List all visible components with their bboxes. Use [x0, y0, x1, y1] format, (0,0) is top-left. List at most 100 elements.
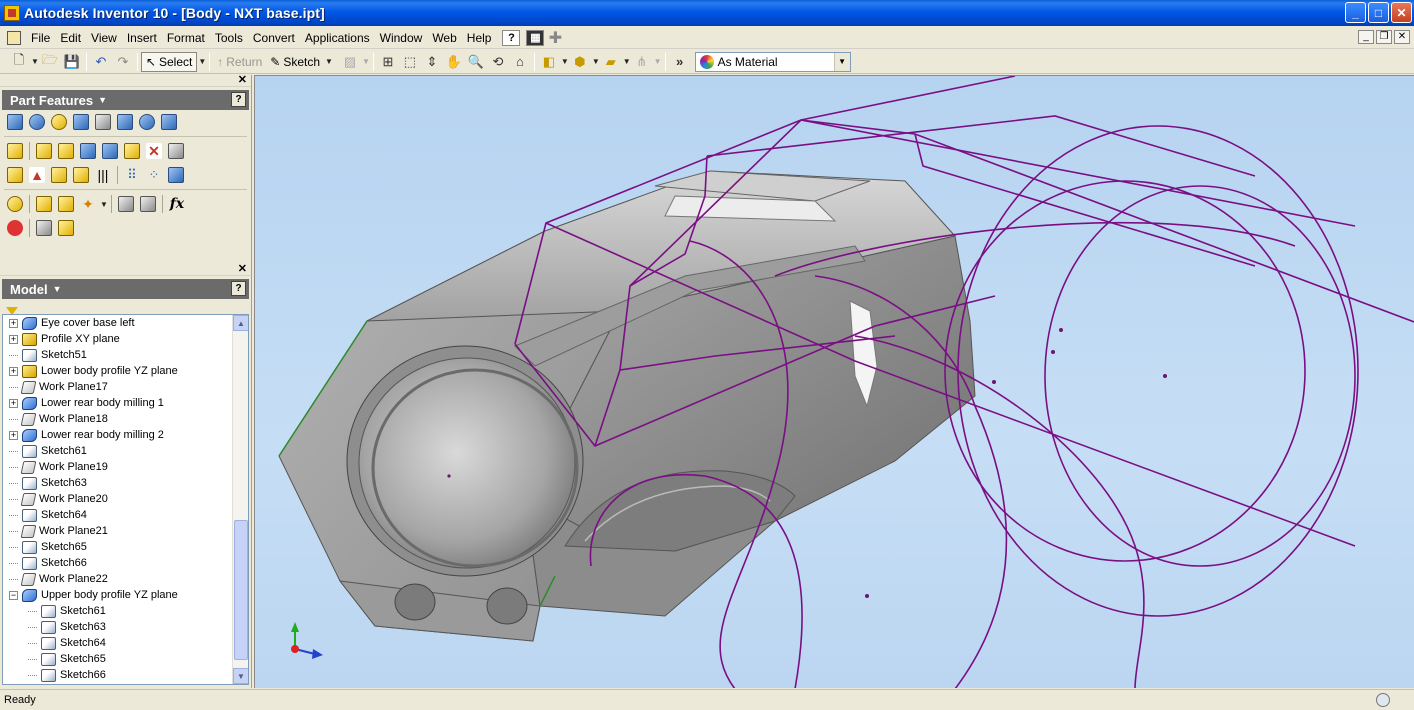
- chevron-down-icon[interactable]: ▼: [833, 52, 850, 71]
- camera-icon[interactable]: ⬢: [569, 52, 591, 72]
- fillet-icon[interactable]: [33, 140, 55, 162]
- rotate-icon[interactable]: ⟲: [487, 52, 509, 72]
- mdi-restore-button[interactable]: ❐: [1376, 30, 1392, 44]
- barcode-icon[interactable]: |||: [92, 164, 114, 186]
- tree-scrollbar[interactable]: ▲ ▼: [232, 315, 248, 684]
- part-features-header[interactable]: Part Features ▼ ?: [2, 90, 249, 110]
- tree-item[interactable]: Sketch51: [3, 347, 232, 363]
- delete-face-icon[interactable]: ✕: [143, 140, 165, 162]
- ground-shadow-dropdown-icon[interactable]: ▼: [623, 57, 631, 66]
- tree-item[interactable]: Sketch63: [3, 475, 232, 491]
- zoom-icon[interactable]: ⇕: [421, 52, 443, 72]
- select-button[interactable]: ↖ Select: [140, 51, 198, 72]
- tree-item[interactable]: Sketch61: [3, 443, 232, 459]
- expand-icon[interactable]: +: [9, 430, 18, 440]
- part-body[interactable]: [278, 170, 976, 642]
- tree-item[interactable]: + Lower rear body milling 2: [3, 427, 232, 443]
- ground-shadow-icon[interactable]: ▰: [600, 52, 622, 72]
- undo-icon[interactable]: ↶: [90, 52, 112, 72]
- graphics-viewport[interactable]: [254, 75, 1414, 688]
- publish-icon[interactable]: [4, 217, 26, 239]
- rectangular-pattern-icon[interactable]: ⠿: [121, 164, 143, 186]
- insert-object-icon[interactable]: [33, 217, 55, 239]
- open-folder-icon[interactable]: 🗁: [39, 52, 61, 72]
- mdi-close-button[interactable]: ✕: [1394, 30, 1410, 44]
- pan-icon[interactable]: ✋: [443, 52, 465, 72]
- loft-icon[interactable]: [114, 111, 136, 133]
- panel-grip[interactable]: ✕: [0, 262, 251, 276]
- select-dropdown-icon[interactable]: ▼: [198, 57, 206, 66]
- tree-item[interactable]: Sketch65: [3, 651, 232, 667]
- new-dropdown-icon[interactable]: ▼: [31, 57, 39, 66]
- coil-icon[interactable]: [158, 111, 180, 133]
- mirror-icon[interactable]: [165, 164, 187, 186]
- tree-item[interactable]: + Profile XY plane: [3, 331, 232, 347]
- maximize-button[interactable]: □: [1368, 2, 1389, 23]
- tree-item[interactable]: Work Plane20: [3, 491, 232, 507]
- info-icon[interactable]: [55, 217, 77, 239]
- collapse-icon[interactable]: −: [9, 590, 18, 600]
- menu-view[interactable]: View: [86, 31, 122, 45]
- face-draft-icon[interactable]: [77, 140, 99, 162]
- parameters-fx-icon[interactable]: fx: [166, 193, 188, 215]
- minimize-button[interactable]: _: [1345, 2, 1366, 23]
- expand-icon[interactable]: +: [9, 334, 18, 344]
- split-icon[interactable]: [99, 140, 121, 162]
- expand-icon[interactable]: +: [9, 398, 18, 408]
- menu-edit[interactable]: Edit: [55, 31, 86, 45]
- tree-item[interactable]: Work Plane22: [3, 571, 232, 587]
- tree-item[interactable]: Sketch64: [3, 507, 232, 523]
- rib-icon[interactable]: [92, 111, 114, 133]
- replace-face-icon[interactable]: [165, 140, 187, 162]
- close-button[interactable]: ✕: [1391, 2, 1412, 23]
- save-icon[interactable]: 💾: [61, 52, 83, 72]
- return-button[interactable]: ↑ Return: [213, 52, 266, 72]
- close-panel-icon[interactable]: ✕: [238, 262, 247, 275]
- display-mode-dropdown-icon[interactable]: ▼: [561, 57, 569, 66]
- menu-file[interactable]: File: [26, 31, 55, 45]
- tree-item[interactable]: Sketch66: [3, 555, 232, 571]
- sweep-icon[interactable]: [136, 111, 158, 133]
- tree-item[interactable]: + Eye cover base left: [3, 315, 232, 331]
- model-header[interactable]: Model ▼ ?: [2, 279, 249, 299]
- tree-item[interactable]: Sketch63: [3, 619, 232, 635]
- panel-help-icon[interactable]: ?: [231, 92, 246, 107]
- menu-applications[interactable]: Applications: [300, 31, 375, 45]
- tree-item[interactable]: Work Plane21: [3, 523, 232, 539]
- zoom-all-icon[interactable]: ⊞: [377, 52, 399, 72]
- promote-icon[interactable]: [115, 193, 137, 215]
- extrude-icon[interactable]: [4, 111, 26, 133]
- chamfer-icon[interactable]: [55, 140, 77, 162]
- menu-format[interactable]: Format: [162, 31, 210, 45]
- tree-item[interactable]: Sketch64: [3, 635, 232, 651]
- zoom-selected-icon[interactable]: 🔍: [465, 52, 487, 72]
- thread-icon[interactable]: [4, 164, 26, 186]
- derived-component-icon[interactable]: [48, 164, 70, 186]
- menu-window[interactable]: Window: [375, 31, 428, 45]
- add-icon[interactable]: ✚: [544, 28, 566, 48]
- tree-item[interactable]: Sketch61: [3, 603, 232, 619]
- tree-item[interactable]: Work Plane19: [3, 459, 232, 475]
- tree-item[interactable]: Sketch66: [3, 667, 232, 683]
- display-mode-icon[interactable]: ◧: [538, 52, 560, 72]
- shell-icon[interactable]: [70, 111, 92, 133]
- menu-tools[interactable]: Tools: [210, 31, 248, 45]
- work-axis-icon[interactable]: [55, 193, 77, 215]
- help-topics-icon[interactable]: ?: [502, 29, 521, 46]
- tree-item[interactable]: Sketch65: [3, 539, 232, 555]
- emboss-icon[interactable]: [4, 140, 26, 162]
- scroll-up-button[interactable]: ▲: [233, 315, 248, 331]
- circular-pattern-icon[interactable]: ⁘: [143, 164, 165, 186]
- create-ipart-icon[interactable]: [137, 193, 159, 215]
- work-point-icon[interactable]: ✦: [77, 193, 99, 215]
- tree-item[interactable]: + Lower rear body milling 1: [3, 395, 232, 411]
- hole-icon[interactable]: [48, 111, 70, 133]
- work-plane-icon[interactable]: [33, 193, 55, 215]
- update-icon[interactable]: ▨: [339, 52, 361, 72]
- scroll-thumb[interactable]: [234, 520, 248, 660]
- redo-icon[interactable]: ↷: [112, 52, 134, 72]
- mdi-minimize-button[interactable]: _: [1358, 30, 1374, 44]
- analysis-icon[interactable]: ⋔: [631, 52, 653, 72]
- menu-convert[interactable]: Convert: [248, 31, 300, 45]
- panel-help-icon[interactable]: ?: [231, 281, 246, 296]
